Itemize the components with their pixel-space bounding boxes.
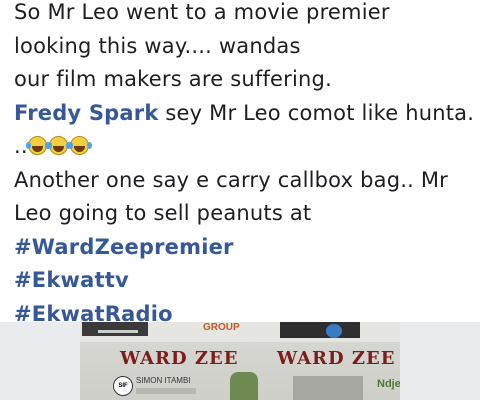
mention-link[interactable]: Fredy Spark bbox=[14, 101, 158, 125]
tears-of-joy-emoji-icon bbox=[67, 136, 89, 155]
photo-dark-logo bbox=[82, 322, 148, 336]
post-text-line: Leo going to sell peanuts at bbox=[14, 201, 312, 225]
post-text-line: .. bbox=[14, 130, 474, 164]
sif-logo: SIF bbox=[113, 376, 133, 396]
post-photo[interactable]: GROUP WARD ZEE WARD ZEE SIF SIMON ITAMBI… bbox=[80, 322, 400, 400]
ward-zee-logo: WARD ZEE bbox=[120, 348, 239, 369]
post-body: So Mr Leo went to a movie premier lookin… bbox=[14, 0, 474, 331]
tears-of-joy-emoji-icon bbox=[46, 136, 68, 155]
post-text-line: Another one say e carry callbox bag.. Mr bbox=[14, 167, 448, 192]
photo-dark-logo bbox=[280, 322, 360, 338]
tree-logo-icon bbox=[230, 372, 258, 400]
photo-decor bbox=[293, 376, 363, 400]
post-text-line: our film makers are suffering. bbox=[14, 67, 332, 91]
right-logo: Ndje bbox=[377, 378, 400, 390]
sponsor-name: SIMON ITAMBI bbox=[136, 376, 191, 385]
tears-of-joy-emoji-icon bbox=[25, 136, 47, 155]
post-text-line: Fredy Spark sey Mr Leo comot like hunta. bbox=[14, 97, 474, 131]
post-text-line: looking this way.... wandas bbox=[14, 33, 301, 58]
photo-decor bbox=[98, 330, 138, 333]
photo-decor bbox=[136, 388, 196, 394]
hashtag-link[interactable]: #WardZeepremier bbox=[14, 231, 474, 265]
post-text-segment: sey Mr Leo comot like hunta. bbox=[158, 100, 475, 125]
post-photo-container[interactable]: GROUP WARD ZEE WARD ZEE SIF SIMON ITAMBI… bbox=[0, 322, 480, 400]
ward-zee-logo: WARD ZEE bbox=[277, 348, 396, 369]
hashtag-link[interactable]: #Ekwattv bbox=[14, 264, 474, 298]
post-text-line: So Mr Leo went to a movie premier bbox=[14, 0, 390, 24]
photo-group-text: GROUP bbox=[203, 322, 240, 333]
round-logo-icon bbox=[326, 324, 342, 338]
